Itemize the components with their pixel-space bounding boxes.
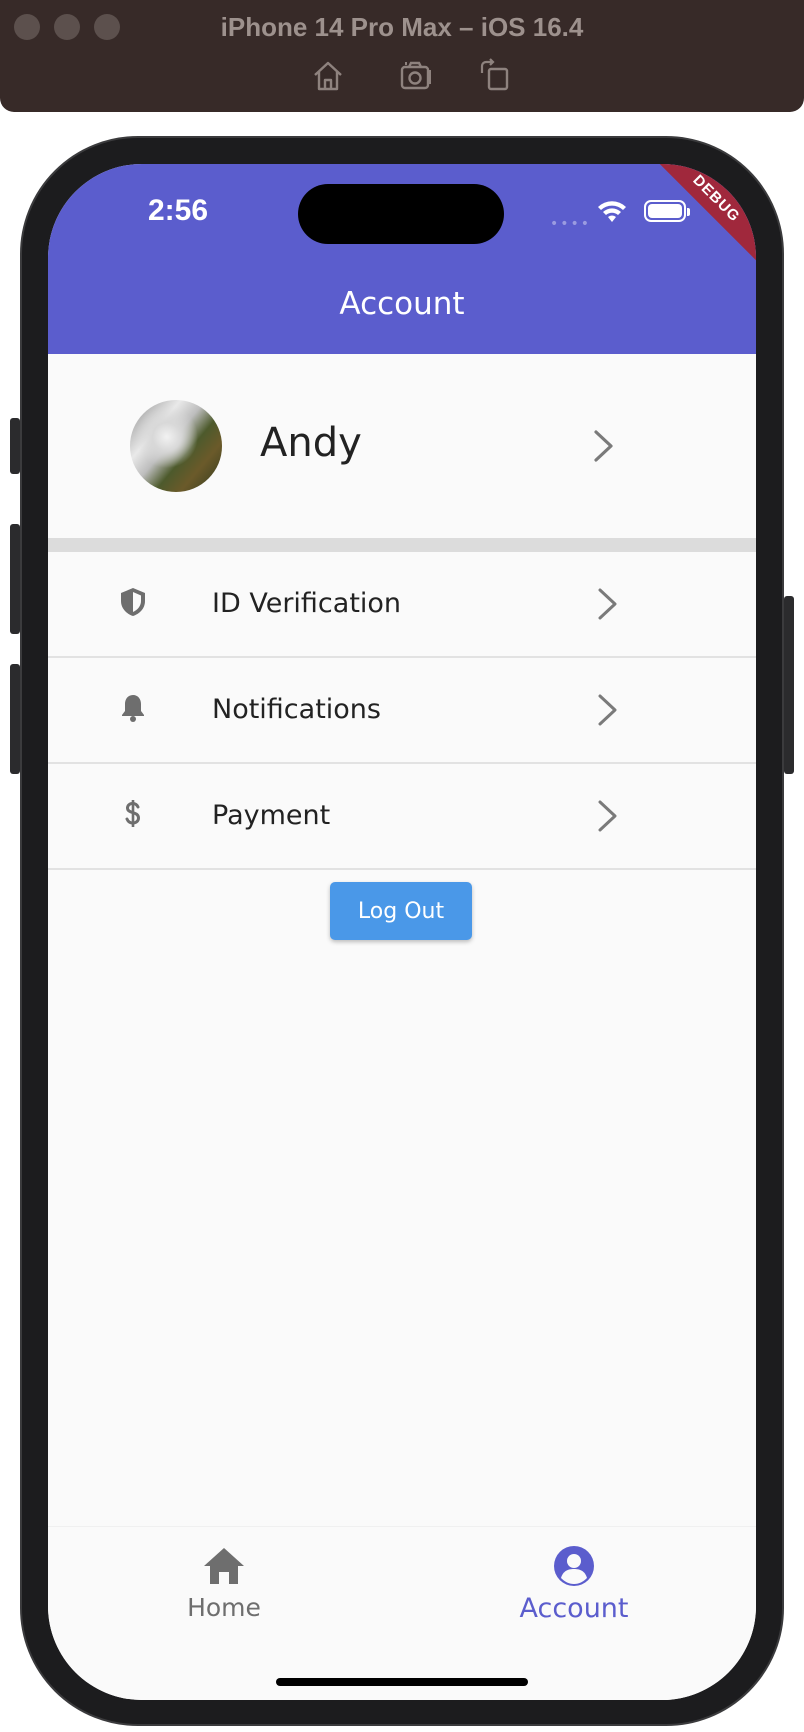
device-screen: 2:56 •••• DEBUG Account Andy ID Verifica… bbox=[48, 164, 756, 1700]
battery-icon bbox=[644, 200, 690, 222]
nav-label: Home bbox=[187, 1593, 261, 1622]
bell-icon bbox=[118, 692, 148, 724]
device-volume-up-button bbox=[10, 524, 20, 634]
menu-item-id-verification[interactable]: ID Verification bbox=[48, 552, 756, 658]
chevron-right-icon bbox=[596, 586, 620, 622]
app-bar: 2:56 •••• DEBUG Account bbox=[48, 164, 756, 354]
chevron-right-icon bbox=[592, 428, 616, 464]
home-icon bbox=[204, 1548, 244, 1584]
device-action-button bbox=[10, 418, 20, 474]
home-indicator[interactable] bbox=[276, 1678, 528, 1686]
rotate-icon[interactable] bbox=[478, 58, 514, 94]
device-volume-down-button bbox=[10, 664, 20, 774]
menu-item-label: Notifications bbox=[212, 694, 381, 725]
screenshot-icon[interactable] bbox=[398, 58, 434, 94]
menu-item-payment[interactable]: Payment bbox=[48, 764, 756, 870]
section-divider bbox=[48, 538, 756, 552]
menu-item-notifications[interactable]: Notifications bbox=[48, 658, 756, 764]
nav-label: Account bbox=[519, 1593, 629, 1624]
cellular-signal-icon: •••• bbox=[550, 216, 592, 232]
menu-item-label: ID Verification bbox=[212, 588, 402, 619]
chevron-right-icon bbox=[596, 692, 620, 728]
home-icon[interactable] bbox=[310, 58, 346, 94]
shield-icon bbox=[118, 586, 148, 618]
avatar bbox=[130, 400, 222, 492]
bottom-navigation: Home Account bbox=[48, 1526, 756, 1700]
dollar-icon bbox=[118, 798, 148, 830]
menu-item-label: Payment bbox=[212, 800, 331, 831]
simulator-title: iPhone 14 Pro Max – iOS 16.4 bbox=[220, 12, 584, 42]
nav-item-home[interactable]: Home bbox=[124, 1545, 324, 1635]
wifi-icon bbox=[596, 197, 628, 225]
profile-name: Andy bbox=[260, 420, 362, 466]
page-title: Account bbox=[339, 286, 465, 322]
status-time: 2:56 bbox=[148, 194, 209, 227]
account-icon bbox=[554, 1546, 594, 1586]
device-power-button bbox=[784, 596, 794, 774]
logout-button[interactable]: Log Out bbox=[330, 882, 472, 940]
profile-row[interactable]: Andy bbox=[48, 354, 756, 538]
simulator-title-bar: iPhone 14 Pro Max – iOS 16.4 bbox=[0, 0, 804, 112]
nav-item-account[interactable]: Account bbox=[474, 1545, 674, 1635]
dynamic-island bbox=[298, 184, 504, 244]
chevron-right-icon bbox=[596, 798, 620, 834]
